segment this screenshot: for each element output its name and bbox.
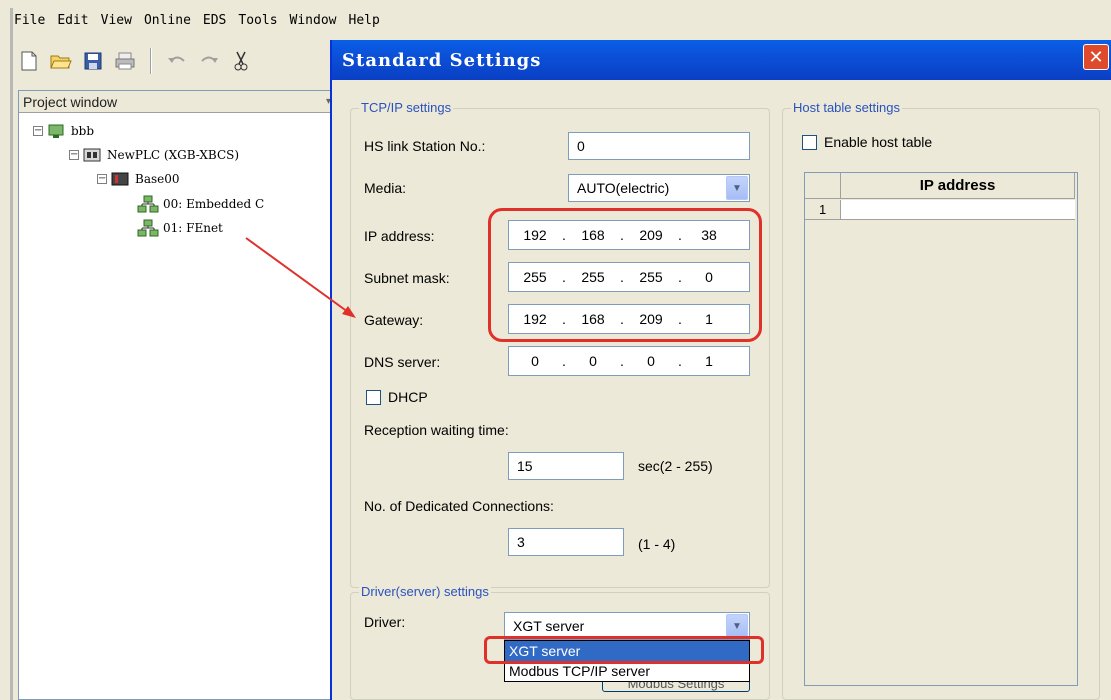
app-window: File Edit View Online EDS Tools Window H… [0,0,1111,700]
network-module-icon [137,195,159,213]
menu-view[interactable]: View [101,13,132,28]
redo-icon[interactable] [198,50,220,72]
tree-node-module-00[interactable]: 00: Embedded C [137,195,264,213]
window-edge [10,8,13,700]
enable-host-table-checkbox[interactable] [802,135,817,150]
subnet-mask-label: Subnet mask: [364,270,450,286]
close-button[interactable]: ✕ [1083,44,1109,70]
media-select[interactable]: AUTO(electric) ▼ [568,174,750,202]
table-row[interactable]: 1 [805,200,1075,220]
host-table-legend: Host table settings [791,100,902,115]
cut-icon[interactable] [230,50,252,72]
plc-icon [83,148,101,162]
collapse-icon[interactable]: − [69,150,79,160]
hs-link-station-value: 0 [577,138,585,154]
menu-help[interactable]: Help [349,13,380,28]
project-window: Project window ▾ − bbb − NewPLC (XGB-XBC… [18,90,338,700]
grid-corner-cell [805,173,841,199]
ip-address-label: IP address: [364,228,435,244]
dedicated-connections-range: (1 - 4) [638,536,676,552]
reception-time-input[interactable]: 15 [508,452,624,480]
print-icon[interactable] [114,50,136,72]
reception-time-range: sec(2 - 255) [638,458,713,474]
base-icon [111,172,129,186]
media-value: AUTO(electric) [577,180,670,196]
tree-node-base[interactable]: − Base00 [97,171,180,187]
menu-online[interactable]: Online [144,13,191,28]
tree-label-root: bbb [71,124,95,138]
menu-file[interactable]: File [14,13,45,28]
close-icon: ✕ [1088,46,1104,68]
menu-eds[interactable]: EDS [203,13,226,28]
chevron-down-icon[interactable]: ▼ [726,176,748,200]
project-window-header: Project window ▾ [19,91,337,113]
hs-link-station-input[interactable]: 0 [568,132,750,160]
driver-settings-legend: Driver(server) settings [359,584,491,599]
dedicated-connections-label: No. of Dedicated Connections: [364,498,554,514]
tree-label-plc: NewPLC (XGB-XBCS) [107,148,240,162]
grid-header-row: IP address [805,173,1075,199]
tree-label-module-00: 00: Embedded C [163,197,265,211]
dns-octet-3: 0 [647,353,655,369]
hs-link-label: HS link Station No.: [364,138,486,154]
dns-octet-2: 0 [589,353,597,369]
tree-node-module-01[interactable]: 01: FEnet [137,219,223,237]
dedicated-connections-input[interactable]: 3 [508,528,624,556]
menu-tools[interactable]: Tools [238,13,277,28]
tree-node-root[interactable]: − bbb [33,123,94,139]
grid-column-ip: IP address [841,173,1075,199]
driver-label: Driver: [364,614,406,630]
driver-option-highlight [484,636,764,664]
driver-value: XGT server [513,618,585,634]
host-table-grid: IP address 1 [804,172,1078,686]
menu-edit[interactable]: Edit [57,13,88,28]
media-label: Media: [364,180,407,196]
dns-server-label: DNS server: [364,354,441,370]
dedicated-connections-value: 3 [517,534,525,550]
open-folder-icon[interactable] [50,50,72,72]
menu-window[interactable]: Window [290,13,337,28]
dropdown-item-modbus-server[interactable]: Modbus TCP/IP server [505,661,749,681]
collapse-icon[interactable]: − [33,126,43,136]
collapse-icon[interactable]: − [97,174,107,184]
toolbar-separator [150,48,152,74]
chevron-down-icon[interactable]: ▼ [726,614,748,638]
standard-settings-dialog: Standard Settings ✕ TCP/IP settings HS l… [330,40,1111,700]
project-window-title: Project window [23,93,118,110]
gateway-label: Gateway: [364,312,424,328]
save-icon[interactable] [82,50,104,72]
toolbar [18,44,252,78]
new-file-icon[interactable] [18,50,40,72]
grid-cell-ip[interactable] [841,200,1075,220]
ip-settings-highlight [488,208,762,342]
dns-server-input[interactable]: 0. 0. 0. 1 [508,346,750,376]
dialog-title: Standard Settings [342,49,542,71]
tree-label-base: Base00 [135,172,180,186]
tcpip-settings-legend: TCP/IP settings [359,100,454,115]
reception-time-label: Reception waiting time: [364,422,509,438]
menu-bar: File Edit View Online EDS Tools Window H… [14,8,392,32]
network-module-icon [137,219,159,237]
project-icon [48,124,64,138]
dns-octet-4: 1 [705,353,713,369]
tree-node-plc[interactable]: − NewPLC (XGB-XBCS) [69,147,239,163]
dns-octet-1: 0 [531,353,539,369]
dialog-titlebar[interactable]: Standard Settings ✕ [332,40,1111,80]
enable-host-table-label: Enable host table [824,134,933,150]
dhcp-checkbox[interactable] [366,390,381,405]
dhcp-label: DHCP [388,389,428,405]
reception-time-value: 15 [517,458,533,474]
tree-label-module-01: 01: FEnet [163,221,223,235]
undo-icon[interactable] [166,50,188,72]
grid-row-number: 1 [805,200,841,220]
